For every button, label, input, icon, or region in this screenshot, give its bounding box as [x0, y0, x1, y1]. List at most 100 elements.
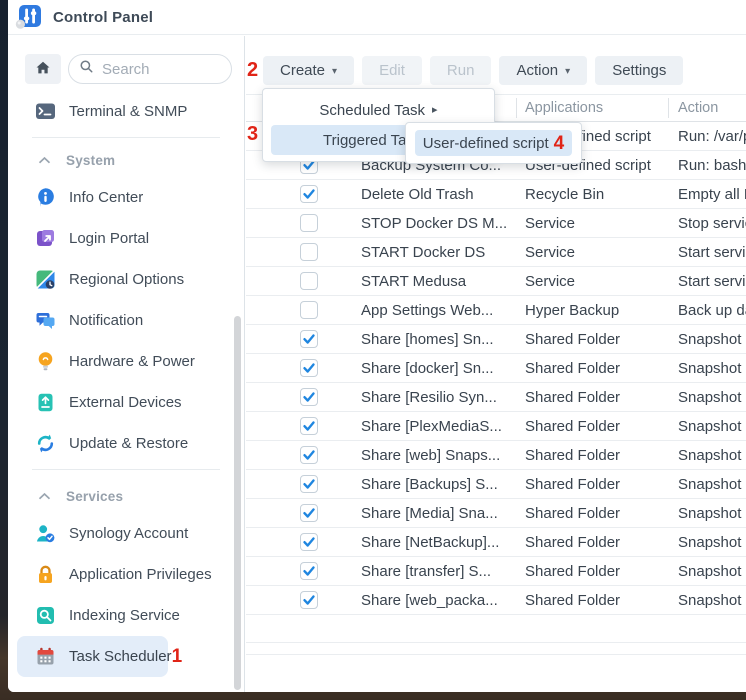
- menu-item-scheduled-task[interactable]: Scheduled Task ▸: [271, 95, 486, 125]
- row-checkbox[interactable]: [300, 533, 318, 551]
- table-row[interactable]: Delete Old Trash Recycle Bin Empty all R: [246, 180, 746, 209]
- chevron-up-icon: [38, 156, 51, 165]
- action-button[interactable]: Action ▾: [499, 56, 587, 85]
- row-checkbox[interactable]: [300, 214, 318, 232]
- cell-task-name: Share [web_packa...: [361, 592, 516, 609]
- sidebar-divider: [32, 469, 220, 470]
- sidebar-item-task-scheduler[interactable]: Task Scheduler 1: [17, 636, 168, 677]
- cell-application: Recycle Bin: [516, 186, 668, 203]
- cell-action: Snapshot: [668, 331, 746, 348]
- toolbar: Create ▾ Edit Run Action ▾ Settings: [246, 36, 746, 85]
- triggered-task-submenu: User-defined script 4: [405, 122, 582, 164]
- table-row[interactable]: Share [Backups] S... Shared Folder Snaps…: [246, 470, 746, 499]
- settings-button[interactable]: Settings: [595, 56, 683, 85]
- table-row[interactable]: Share [Media] Sna... Shared Folder Snaps…: [246, 499, 746, 528]
- cell-application: Shared Folder: [516, 592, 668, 609]
- home-icon: [34, 59, 52, 80]
- row-checkbox[interactable]: [300, 388, 318, 406]
- caret-down-icon: ▾: [565, 67, 570, 77]
- sidebar-group-system[interactable]: System: [8, 143, 244, 177]
- row-checkbox[interactable]: [300, 562, 318, 580]
- cell-action: Snapshot: [668, 534, 746, 551]
- sidebar-item-update-restore[interactable]: Update & Restore: [8, 423, 244, 464]
- sidebar-item-indexing-service[interactable]: Indexing Service: [8, 595, 244, 636]
- row-checkbox[interactable]: [300, 446, 318, 464]
- cell-application: Shared Folder: [516, 505, 668, 522]
- cell-task-name: Share [web] Snaps...: [361, 447, 516, 464]
- row-checkbox[interactable]: [300, 591, 318, 609]
- table-row[interactable]: App Settings Web... Hyper Backup Back up…: [246, 296, 746, 325]
- table-row[interactable]: Share [PlexMediaS... Shared Folder Snaps…: [246, 412, 746, 441]
- login-portal-icon: [35, 228, 56, 249]
- row-checkbox[interactable]: [300, 272, 318, 290]
- task-scheduler-icon: [35, 646, 56, 667]
- cell-action: Snapshot: [668, 592, 746, 609]
- menu-item-user-defined-script[interactable]: User-defined script 4: [415, 130, 572, 156]
- table-row[interactable]: Share [NetBackup]... Shared Folder Snaps…: [246, 528, 746, 557]
- info-center-icon: [35, 187, 56, 208]
- cell-task-name: App Settings Web...: [361, 302, 516, 319]
- sidebar-item-hardware-power[interactable]: Hardware & Power: [8, 341, 244, 382]
- sidebar-scrollbar[interactable]: [234, 316, 241, 690]
- titlebar: Control Panel: [8, 0, 746, 35]
- cell-action: Run: bash /: [668, 157, 746, 174]
- table-row[interactable]: Share [homes] Sn... Shared Folder Snapsh…: [246, 325, 746, 354]
- sidebar-item-synology-account[interactable]: Synology Account: [8, 513, 244, 554]
- table-row[interactable]: Share [web_packa... Shared Folder Snapsh…: [246, 586, 746, 615]
- cell-task-name: STOP Docker DS M...: [361, 215, 516, 232]
- table-row[interactable]: START Docker DS Service Start servic: [246, 238, 746, 267]
- table-row[interactable]: Share [transfer] S... Shared Folder Snap…: [246, 557, 746, 586]
- cell-application: Service: [516, 273, 668, 290]
- row-checkbox[interactable]: [300, 330, 318, 348]
- sidebar-item-terminal-snmp[interactable]: Terminal & SNMP: [8, 91, 244, 132]
- row-checkbox[interactable]: [300, 417, 318, 435]
- column-header-action[interactable]: Action: [668, 100, 718, 116]
- sidebar-item-external-devices[interactable]: External Devices: [8, 382, 244, 423]
- row-checkbox[interactable]: [300, 185, 318, 203]
- sidebar-item-login-portal[interactable]: Login Portal: [8, 218, 244, 259]
- table-row[interactable]: Share [Resilio Syn... Shared Folder Snap…: [246, 383, 746, 412]
- create-button[interactable]: Create ▾: [263, 56, 354, 85]
- row-checkbox[interactable]: [300, 475, 318, 493]
- cell-action: Start servic: [668, 273, 746, 290]
- control-panel-icon: [15, 4, 42, 31]
- sidebar-item-info-center[interactable]: Info Center: [8, 177, 244, 218]
- search-box[interactable]: [68, 54, 232, 84]
- cell-application: Service: [516, 244, 668, 261]
- regional-options-icon: [35, 269, 56, 290]
- row-checkbox[interactable]: [300, 301, 318, 319]
- row-checkbox[interactable]: [300, 243, 318, 261]
- table-row[interactable]: START Medusa Service Start servic: [246, 267, 746, 296]
- home-button[interactable]: [25, 54, 61, 84]
- search-input[interactable]: [102, 61, 212, 78]
- cell-action: Stop servic: [668, 215, 746, 232]
- table-row[interactable]: STOP Docker DS M... Service Stop servic: [246, 209, 746, 238]
- empty-row: [246, 615, 746, 643]
- task-table: User-defined script Run: /var/p Backup S…: [246, 122, 746, 615]
- cell-application: Hyper Backup: [516, 302, 668, 319]
- desktop-background: { "app": { "title": "Control Panel" }, "…: [0, 0, 746, 700]
- column-header-applications[interactable]: Applications: [516, 100, 668, 116]
- cell-action: Empty all R: [668, 186, 746, 203]
- cell-application: Shared Folder: [516, 389, 668, 406]
- cell-application: Shared Folder: [516, 563, 668, 580]
- table-row[interactable]: Share [web] Snaps... Shared Folder Snaps…: [246, 441, 746, 470]
- sidebar-group-services[interactable]: Services: [8, 479, 244, 513]
- synology-account-icon: [35, 523, 56, 544]
- search-icon: [79, 59, 102, 79]
- row-checkbox[interactable]: [300, 504, 318, 522]
- cell-action: Snapshot: [668, 389, 746, 406]
- indexing-service-icon: [35, 605, 56, 626]
- sidebar-item-regional-options[interactable]: Regional Options: [8, 259, 244, 300]
- table-row[interactable]: Share [docker] Sn... Shared Folder Snaps…: [246, 354, 746, 383]
- run-button[interactable]: Run: [430, 56, 492, 85]
- cell-action: Start servic: [668, 244, 746, 261]
- row-checkbox[interactable]: [300, 359, 318, 377]
- column-divider: [516, 98, 517, 118]
- cell-task-name: START Medusa: [361, 273, 516, 290]
- sidebar-item-application-privileges[interactable]: Application Privileges: [8, 554, 244, 595]
- column-divider: [668, 98, 669, 118]
- sidebar-item-notification[interactable]: Notification: [8, 300, 244, 341]
- terminal-icon: [35, 101, 56, 122]
- edit-button[interactable]: Edit: [362, 56, 422, 85]
